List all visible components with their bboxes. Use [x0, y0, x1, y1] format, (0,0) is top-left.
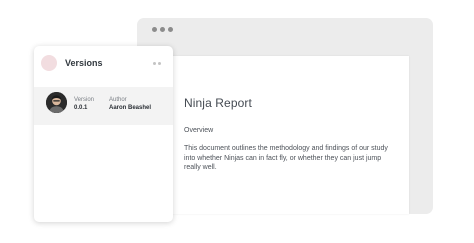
author-label: Author [109, 97, 127, 103]
document-body: This document outlines the methodology a… [184, 145, 388, 171]
app-stage: Ninja Report Overview This document outl… [0, 0, 474, 243]
more-horizontal-icon[interactable] [153, 62, 161, 65]
browser-titlebar [137, 18, 433, 42]
window-dot-icon[interactable] [160, 27, 165, 32]
document-section-heading: Overview [184, 127, 214, 134]
avatar [46, 92, 67, 113]
version-value: 0.0.1 [74, 105, 88, 111]
versions-panel: Versions Version 0.0.1 Author Aaron Beas… [34, 46, 173, 222]
document-page: Ninja Report Overview This document outl… [165, 56, 409, 214]
version-label: Version [74, 97, 95, 103]
window-controls [152, 27, 173, 32]
window-dot-icon[interactable] [168, 27, 173, 32]
versions-title: Versions [65, 58, 103, 68]
versions-icon [41, 55, 57, 71]
document-title: Ninja Report [184, 96, 252, 110]
browser-window: Ninja Report Overview This document outl… [137, 18, 433, 214]
versions-header: Versions [34, 46, 173, 80]
author-value: Aaron Beashel [109, 105, 152, 111]
window-dot-icon[interactable] [152, 27, 157, 32]
version-column: Version 0.0.1 [74, 96, 94, 112]
version-list-item[interactable]: Version 0.0.1 Author Aaron Beashel [34, 87, 173, 125]
author-column: Author Aaron Beashel [109, 96, 151, 112]
